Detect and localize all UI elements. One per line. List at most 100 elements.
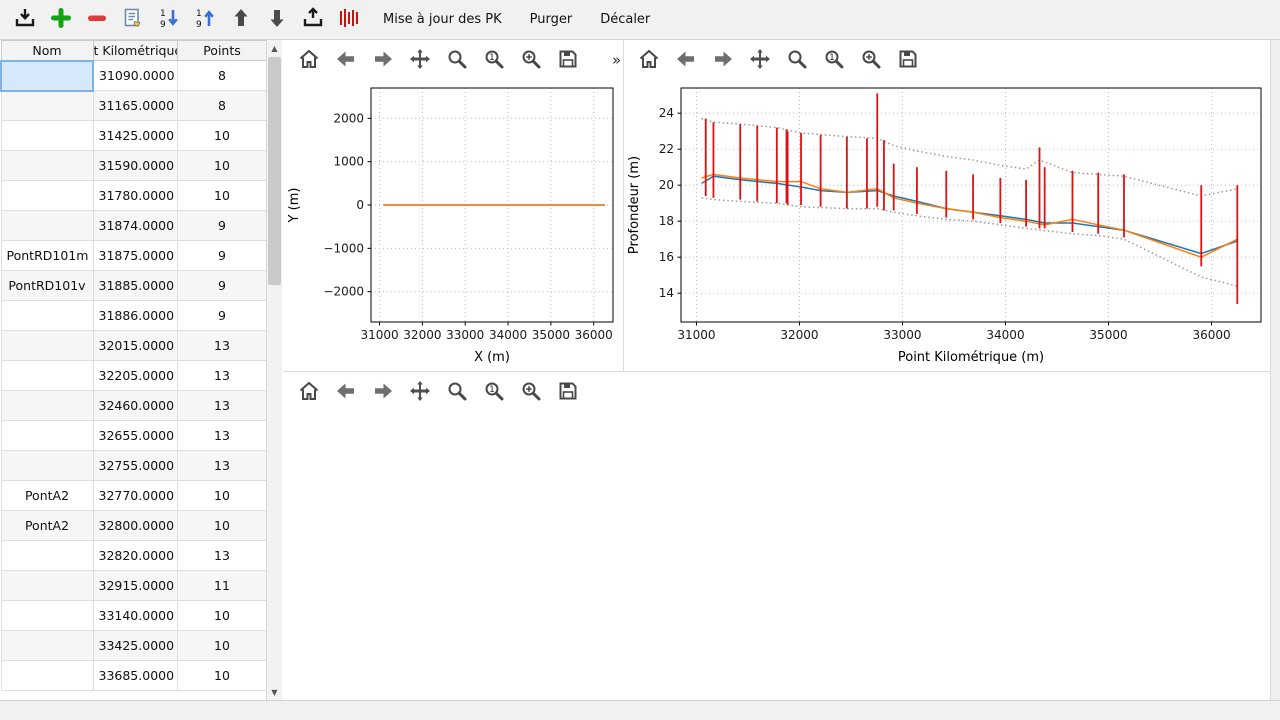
cell-pk[interactable]: 31090.0000 bbox=[93, 61, 177, 91]
cell-nom[interactable] bbox=[1, 661, 93, 691]
pk-marks-button[interactable] bbox=[332, 4, 366, 36]
cell-pk[interactable]: 31874.0000 bbox=[93, 211, 177, 241]
table-row[interactable]: 31425.000010 bbox=[1, 121, 267, 151]
cell-nom[interactable] bbox=[1, 211, 93, 241]
cell-nom[interactable] bbox=[1, 121, 93, 151]
table-row[interactable]: 33425.000010 bbox=[1, 631, 267, 661]
move-down-button[interactable] bbox=[260, 4, 294, 36]
cell-nom[interactable] bbox=[1, 571, 93, 601]
edit-list-button[interactable] bbox=[116, 4, 150, 36]
table-row[interactable]: 31874.00009 bbox=[1, 211, 267, 241]
cell-points[interactable]: 10 bbox=[177, 631, 267, 661]
table-row[interactable]: PontRD101m31875.00009 bbox=[1, 241, 267, 271]
move-up-button[interactable] bbox=[224, 4, 258, 36]
cell-points[interactable]: 10 bbox=[177, 601, 267, 631]
table-row[interactable]: PontA232800.000010 bbox=[1, 511, 267, 541]
table-row[interactable]: 32655.000013 bbox=[1, 421, 267, 451]
cell-nom[interactable]: PontRD101m bbox=[1, 241, 93, 271]
zoom-one-button[interactable]: 1 bbox=[820, 46, 848, 74]
table-row[interactable]: 31090.00008 bbox=[1, 61, 267, 91]
table-row[interactable]: 33685.000010 bbox=[1, 661, 267, 691]
cell-nom[interactable] bbox=[1, 631, 93, 661]
cell-nom[interactable] bbox=[1, 331, 93, 361]
cell-pk[interactable]: 31590.0000 bbox=[93, 151, 177, 181]
table-row[interactable]: 32820.000013 bbox=[1, 541, 267, 571]
add-row-button[interactable] bbox=[44, 4, 78, 36]
column-header-nom[interactable]: Nom bbox=[1, 41, 93, 61]
table-row[interactable]: 31165.00008 bbox=[1, 91, 267, 121]
scroll-down-icon[interactable]: ▼ bbox=[267, 684, 282, 700]
update-pk-button[interactable]: Mise à jour des PK bbox=[372, 5, 513, 34]
cell-nom[interactable] bbox=[1, 391, 93, 421]
table-row[interactable]: 32460.000013 bbox=[1, 391, 267, 421]
back-button[interactable] bbox=[332, 46, 360, 74]
cell-nom[interactable]: PontRD101v bbox=[1, 271, 93, 301]
home-button[interactable] bbox=[295, 378, 323, 406]
save-button[interactable] bbox=[894, 46, 922, 74]
zoom-button[interactable] bbox=[783, 46, 811, 74]
zoom-rect-button[interactable] bbox=[857, 46, 885, 74]
table-scrollbar-thumb[interactable] bbox=[268, 57, 281, 285]
export-profiles-button[interactable] bbox=[296, 4, 330, 36]
cell-nom[interactable] bbox=[1, 91, 93, 121]
pan-button[interactable] bbox=[406, 378, 434, 406]
cell-points[interactable]: 10 bbox=[177, 151, 267, 181]
cell-pk[interactable]: 31780.0000 bbox=[93, 181, 177, 211]
zoom-rect-button[interactable] bbox=[517, 46, 545, 74]
toolbar-overflow-chevron[interactable]: » bbox=[612, 51, 621, 69]
cell-pk[interactable]: 32820.0000 bbox=[93, 541, 177, 571]
cell-pk[interactable]: 33685.0000 bbox=[93, 661, 177, 691]
shift-button[interactable]: Décaler bbox=[589, 5, 661, 34]
cell-pk[interactable]: 31425.0000 bbox=[93, 121, 177, 151]
save-button[interactable] bbox=[554, 46, 582, 74]
cell-nom[interactable] bbox=[1, 451, 93, 481]
table-row[interactable]: 33140.000010 bbox=[1, 601, 267, 631]
save-button[interactable] bbox=[554, 378, 582, 406]
cell-nom[interactable]: PontA2 bbox=[1, 481, 93, 511]
cell-nom[interactable] bbox=[1, 181, 93, 211]
cell-nom[interactable] bbox=[1, 151, 93, 181]
cell-points[interactable]: 10 bbox=[177, 661, 267, 691]
cell-points[interactable]: 8 bbox=[177, 61, 267, 91]
cell-pk[interactable]: 32800.0000 bbox=[93, 511, 177, 541]
right-scrollbar[interactable] bbox=[1270, 40, 1280, 700]
cell-pk[interactable]: 32655.0000 bbox=[93, 421, 177, 451]
cell-pk[interactable]: 31885.0000 bbox=[93, 271, 177, 301]
cell-pk[interactable]: 32755.0000 bbox=[93, 451, 177, 481]
zoom-one-button[interactable]: 1 bbox=[480, 378, 508, 406]
table-row[interactable]: PontA232770.000010 bbox=[1, 481, 267, 511]
scroll-up-icon[interactable]: ▲ bbox=[267, 40, 282, 56]
zoom-rect-button[interactable] bbox=[517, 378, 545, 406]
xy-trajectory-plot[interactable]: 310003200033000340003500036000−2000−1000… bbox=[285, 78, 620, 368]
table-row[interactable]: 32755.000013 bbox=[1, 451, 267, 481]
cell-points[interactable]: 11 bbox=[177, 571, 267, 601]
cell-nom[interactable] bbox=[1, 61, 93, 91]
cell-points[interactable]: 13 bbox=[177, 541, 267, 571]
cell-pk[interactable]: 33425.0000 bbox=[93, 631, 177, 661]
table-row[interactable]: 31886.00009 bbox=[1, 301, 267, 331]
table-row[interactable]: 32205.000013 bbox=[1, 361, 267, 391]
purge-button[interactable]: Purger bbox=[519, 5, 584, 34]
cell-pk[interactable]: 32205.0000 bbox=[93, 361, 177, 391]
cell-pk[interactable]: 33140.0000 bbox=[93, 601, 177, 631]
zoom-one-button[interactable]: 1 bbox=[480, 46, 508, 74]
cell-nom[interactable] bbox=[1, 541, 93, 571]
zoom-button[interactable] bbox=[443, 46, 471, 74]
cell-points[interactable]: 10 bbox=[177, 511, 267, 541]
forward-button[interactable] bbox=[369, 46, 397, 74]
import-profiles-button[interactable] bbox=[8, 4, 42, 36]
pan-button[interactable] bbox=[406, 46, 434, 74]
home-button[interactable] bbox=[635, 46, 663, 74]
cell-points[interactable]: 13 bbox=[177, 361, 267, 391]
table-row[interactable]: 31780.000010 bbox=[1, 181, 267, 211]
cell-points[interactable]: 10 bbox=[177, 181, 267, 211]
table-row[interactable]: 31590.000010 bbox=[1, 151, 267, 181]
cell-points[interactable]: 13 bbox=[177, 421, 267, 451]
cell-points[interactable]: 10 bbox=[177, 481, 267, 511]
column-header-points[interactable]: Points bbox=[177, 41, 267, 61]
table-scrollbar[interactable]: ▲ ▼ bbox=[266, 40, 282, 700]
column-header-pk[interactable]: t Kilométrique bbox=[93, 41, 177, 61]
pan-button[interactable] bbox=[746, 46, 774, 74]
table-row[interactable]: 32015.000013 bbox=[1, 331, 267, 361]
cell-pk[interactable]: 31165.0000 bbox=[93, 91, 177, 121]
